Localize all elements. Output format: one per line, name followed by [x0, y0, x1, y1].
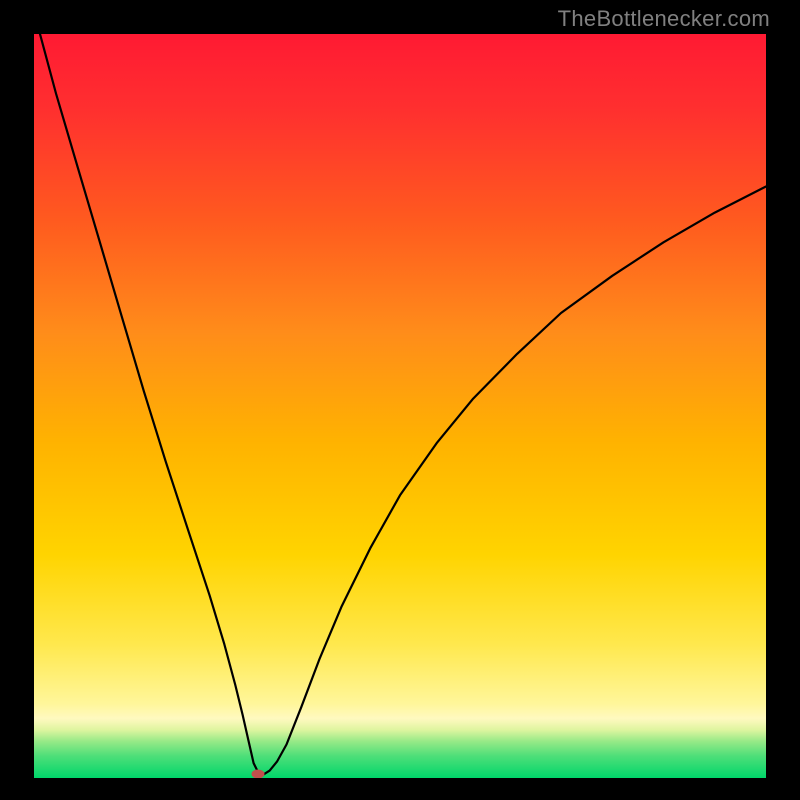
plot-area [34, 34, 766, 778]
watermark-text: TheBottlenecker.com [558, 6, 770, 32]
chart-svg [34, 34, 766, 778]
gradient-background [34, 34, 766, 778]
chart-frame: TheBottlenecker.com [0, 0, 800, 800]
optimal-point-marker [252, 770, 264, 778]
